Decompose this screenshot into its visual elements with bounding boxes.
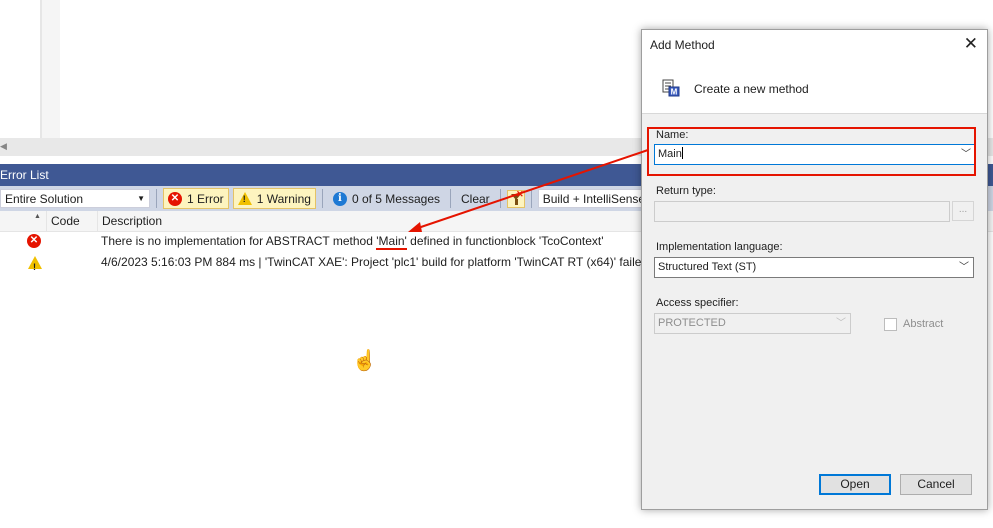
chevron-down-icon: ﹀ (959, 262, 969, 273)
name-field[interactable]: Main ﹀ (654, 144, 976, 165)
add-method-dialog: Add Method ✕ M Create a new method Name:… (641, 29, 988, 510)
chevron-down-icon: ▼ (137, 194, 145, 203)
error-circle-icon: ✕ (168, 191, 182, 206)
clear-button[interactable]: Clear (457, 188, 494, 209)
close-icon[interactable]: ✕ (964, 34, 978, 54)
dialog-banner: M Create a new method (642, 60, 987, 114)
access-specifier-label: Access specifier: (656, 297, 739, 309)
scope-dropdown-label: Entire Solution (5, 191, 84, 206)
error-circle-icon: ✕ (27, 234, 41, 248)
text-caret (681, 147, 683, 159)
warnings-filter-button[interactable]: ! 1 Warning (232, 188, 316, 209)
dialog-title: Add Method (650, 38, 715, 52)
open-button[interactable]: Open (819, 474, 891, 495)
editor-gutter (42, 0, 60, 138)
abstract-checkbox[interactable] (884, 318, 897, 331)
desc-text: There is no implementation for ABSTRACT … (101, 234, 377, 248)
abstract-label: Abstract (903, 318, 944, 330)
implementation-language-value: Structured Text (ST) (658, 261, 757, 273)
column-header-description[interactable]: Description (97, 211, 657, 232)
name-field-value: Main (658, 148, 682, 160)
toolbar-divider (450, 189, 451, 208)
hand-cursor-icon: ☝ (352, 350, 377, 372)
errors-filter-label: 1 Error (187, 191, 224, 206)
warning-triangle-icon: ! (237, 192, 252, 205)
chevron-down-icon: ﹀ (836, 318, 846, 329)
dialog-title-bar: Add Method ✕ (642, 30, 987, 60)
scroll-left-icon[interactable]: ◀ (0, 141, 7, 152)
build-scope-dropdown[interactable]: Build + IntelliSense (537, 189, 653, 208)
browse-type-button[interactable]: ... (952, 201, 974, 221)
warning-triangle-icon: ! (28, 256, 42, 272)
desc-text-after: defined in functionblock 'TcoContext' (406, 234, 604, 248)
messages-filter-label: 0 of 5 Messages (351, 191, 440, 206)
toolbar-divider (530, 189, 532, 208)
toolbar-divider (156, 189, 157, 208)
access-specifier-value: PROTECTED (658, 317, 726, 329)
build-scope-label: Build + IntelliSense (542, 191, 646, 206)
svg-text:M: M (671, 88, 678, 97)
name-label: Name: (656, 129, 689, 141)
implementation-language-select[interactable]: Structured Text (ST) ﹀ (654, 257, 974, 278)
sort-icon[interactable]: ▲ (34, 213, 41, 220)
warnings-filter-label: 1 Warning (256, 191, 311, 206)
clear-button-label: Clear (461, 191, 490, 206)
error-description: There is no implementation for ABSTRACT … (101, 232, 604, 251)
return-type-label: Return type: (656, 185, 716, 197)
toolbar-divider (321, 189, 323, 208)
messages-filter-button[interactable]: i 0 of 5 Messages (329, 188, 444, 209)
access-specifier-select[interactable]: PROTECTED ﹀ (654, 313, 851, 334)
highlighted-method-name: 'Main' (376, 234, 407, 250)
cancel-button[interactable]: Cancel (900, 474, 972, 495)
return-type-field[interactable] (654, 201, 950, 222)
banner-caption: Create a new method (694, 82, 809, 96)
toolbar-divider (499, 189, 501, 208)
scope-dropdown[interactable]: Entire Solution ▼ (0, 189, 150, 208)
chevron-down-icon[interactable]: ﹀ (961, 145, 971, 164)
method-icon: M (662, 79, 680, 97)
filter-icon[interactable]: ✕ (506, 189, 525, 208)
warning-description: 4/6/2023 5:16:03 PM 884 ms | 'TwinCAT XA… (101, 255, 652, 269)
info-circle-icon: i (332, 191, 347, 206)
column-header-code[interactable]: Code (46, 211, 98, 232)
errors-filter-button[interactable]: ✕ 1 Error (163, 188, 229, 209)
implementation-language-label: Implementation language: (656, 241, 783, 253)
